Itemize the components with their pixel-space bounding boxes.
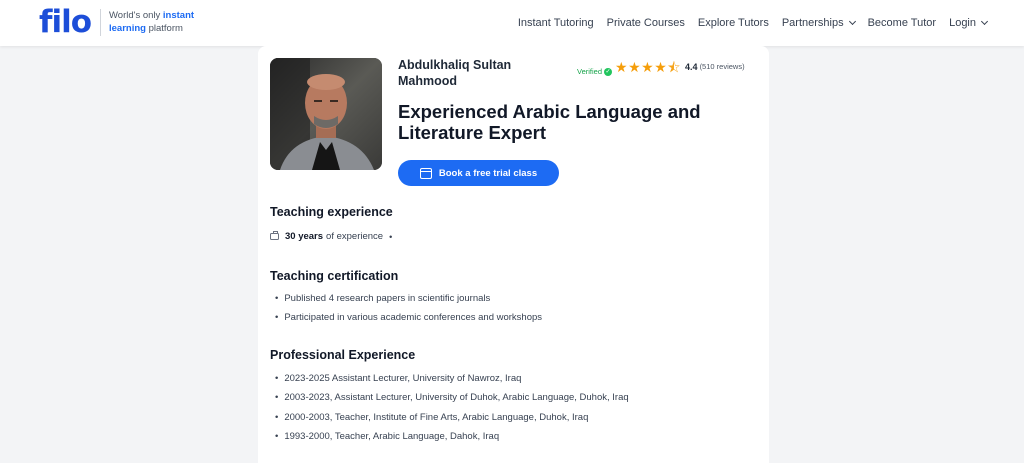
- main-nav: Instant Tutoring Private Courses Explore…: [518, 0, 1024, 46]
- book-free-trial-button[interactable]: Book a free trial class: [398, 160, 559, 186]
- nav-become-tutor[interactable]: Become Tutor: [868, 17, 936, 29]
- nav-partnerships[interactable]: Partnerships: [781, 17, 856, 29]
- list-item: 1993-2000, Teacher, Arabic Language, Dah…: [275, 430, 629, 449]
- logo-divider: [100, 9, 101, 36]
- list-item: 2003-2023, Assistant Lecturer, Universit…: [275, 391, 628, 410]
- tutor-profile-card: Abdulkhaliq Sultan Mahmood Verified ✓ ★ ★…: [258, 46, 769, 463]
- check-circle-icon: ✓: [604, 67, 613, 76]
- teaching-experience-title: Teaching experience: [270, 205, 393, 219]
- certification-list: Published 4 research papers in scientifi…: [275, 292, 542, 331]
- tagline-highlight-instant: instant: [162, 10, 195, 21]
- nav-login[interactable]: Login: [949, 17, 989, 29]
- calendar-icon: [419, 167, 432, 179]
- rating-summary: Verified ✓ ★ ★ ★ ★ ⯪ 4.4 (510 reviews): [577, 57, 745, 77]
- nav-explore-tutors[interactable]: Explore Tutors: [698, 17, 769, 29]
- nav-label: Private Courses: [606, 17, 685, 29]
- star-full-icon: ★: [654, 58, 667, 75]
- review-count: (510 reviews): [699, 62, 745, 71]
- tutor-photo: [270, 58, 382, 170]
- nav-label: Become Tutor: [867, 17, 937, 29]
- verified-badge: Verified ✓: [577, 67, 613, 76]
- tagline: World's only instant learning platform: [109, 10, 194, 35]
- nav-label: Explore Tutors: [697, 17, 769, 29]
- professional-experience-list: 2023-2025 Assistant Lecturer, University…: [275, 372, 629, 449]
- list-item: Published 4 research papers in scientifi…: [275, 292, 542, 311]
- filo-logo[interactable]: filo: [39, 4, 92, 40]
- chevron-down-icon: [980, 17, 989, 26]
- list-item: Participated in various academic confere…: [275, 311, 542, 330]
- experience-years: 30 years: [285, 231, 324, 242]
- tutor-headline: Experienced Arabic Language and Literatu…: [398, 101, 701, 143]
- star-full-icon: ★: [615, 58, 628, 75]
- teaching-certification-title: Teaching certification: [270, 269, 399, 283]
- star-full-icon: ★: [641, 58, 654, 75]
- chevron-down-icon: [848, 17, 856, 26]
- star-full-icon: ★: [628, 58, 641, 75]
- tutor-name: Abdulkhaliq Sultan Mahmood: [398, 58, 512, 88]
- book-button-label: Book a free trial class: [438, 167, 538, 179]
- list-item: 2023-2025 Assistant Lecturer, University…: [275, 372, 629, 391]
- nav-label: Login: [949, 17, 976, 29]
- experience-summary: 30 years of experience •: [270, 231, 392, 242]
- nav-instant-tutoring[interactable]: Instant Tutoring: [518, 17, 594, 29]
- tagline-suffix: platform: [145, 22, 183, 34]
- separator-dot: •: [389, 231, 393, 242]
- nav-label: Instant Tutoring: [517, 17, 594, 29]
- nav-private-courses[interactable]: Private Courses: [607, 17, 685, 29]
- nav-label: Partnerships: [781, 17, 844, 29]
- tutor-portrait-image: [270, 58, 382, 170]
- star-rating: ★ ★ ★ ★ ⯪: [615, 60, 681, 74]
- top-header: filo World's only instant learning platf…: [0, 0, 1024, 46]
- verified-label: Verified: [577, 67, 603, 76]
- list-item: 2000-2003, Teacher, Institute of Fine Ar…: [275, 411, 629, 430]
- star-half-icon: ⯪: [667, 58, 681, 75]
- rating-value: 4.4: [685, 61, 698, 72]
- professional-experience-title: Professional Experience: [270, 348, 416, 362]
- tagline-prefix: World's only: [109, 10, 163, 21]
- tagline-highlight-learning: learning: [109, 22, 146, 34]
- experience-suffix: of experience: [326, 231, 384, 242]
- briefcase-icon: [270, 231, 279, 240]
